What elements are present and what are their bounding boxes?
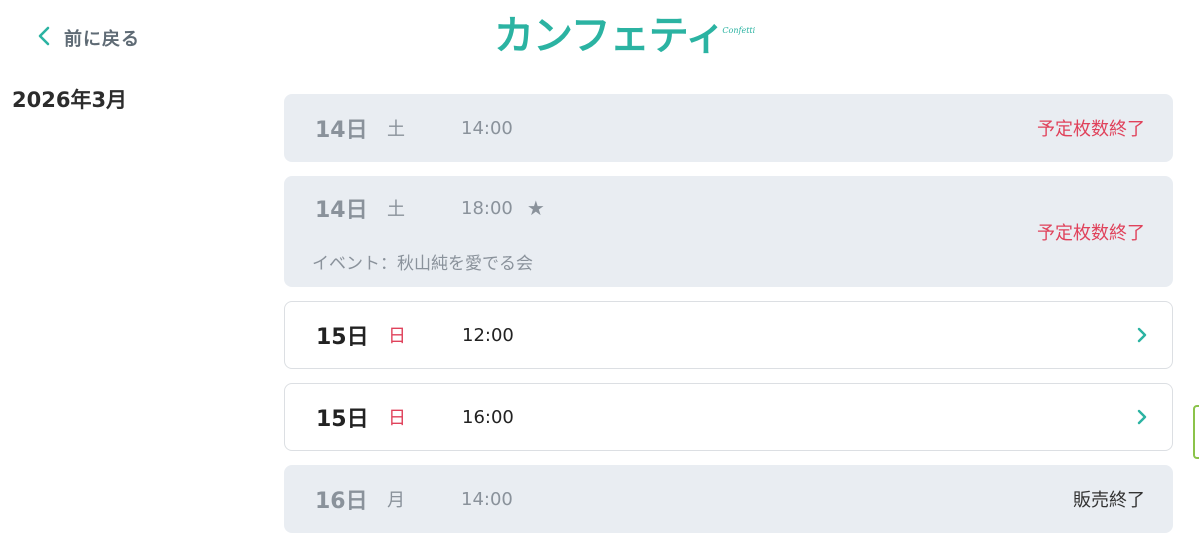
star-icon: ★ [526,196,545,220]
performance-day: 16日 [315,489,368,514]
performance-weekday: 日 [388,408,406,429]
logo-subtext: Confetti [722,26,756,35]
performance-row[interactable]: 15日 日 16:00 [284,383,1173,451]
performance-time: 12:00 [462,324,514,346]
performance-row: 16日 月 14:00 販売終了 [284,465,1173,533]
back-label: 前に戻る [64,29,140,50]
performance-day: 15日 [316,407,369,432]
side-widget-tab[interactable] [1193,405,1199,459]
status-badge: 予定枚数終了 [1037,119,1145,140]
performance-weekday: 月 [387,490,405,511]
performance-row: 14日 土 18:00 ★ イベント：秋山純を愛でる会 予定枚数終了 [284,176,1173,287]
event-note: イベント：秋山純を愛でる会 [312,254,533,274]
performance-time: 18:00 [461,197,513,219]
performance-weekday: 日 [388,326,406,347]
chevron-left-icon [36,24,52,52]
chevron-right-icon [1136,408,1148,426]
status-badge: 予定枚数終了 [1037,222,1145,244]
chevron-right-icon [1136,326,1148,344]
performance-day: 14日 [315,198,368,223]
page: 前に戻る カンフェティ Confetti 2026年3月 14日 土 14:00… [0,0,1199,541]
back-button[interactable]: 前に戻る [36,24,140,52]
logo-text: カンフェティ [494,13,725,59]
performance-time: 14:00 [461,117,513,139]
performance-day: 14日 [315,118,368,143]
month-heading: 2026年3月 [12,88,128,112]
site-logo[interactable]: カンフェティ Confetti [494,10,755,62]
status-badge: 販売終了 [1073,490,1145,511]
performance-row[interactable]: 15日 日 12:00 [284,301,1173,369]
performance-weekday: 土 [387,199,405,220]
performance-time: 16:00 [462,406,514,428]
performance-day: 15日 [316,325,369,350]
performance-row: 14日 土 14:00 予定枚数終了 [284,94,1173,162]
performance-list: 14日 土 14:00 予定枚数終了 14日 土 18:00 ★ イベント：秋山… [284,94,1173,533]
performance-time: 14:00 [461,488,513,510]
performance-weekday: 土 [387,119,405,140]
